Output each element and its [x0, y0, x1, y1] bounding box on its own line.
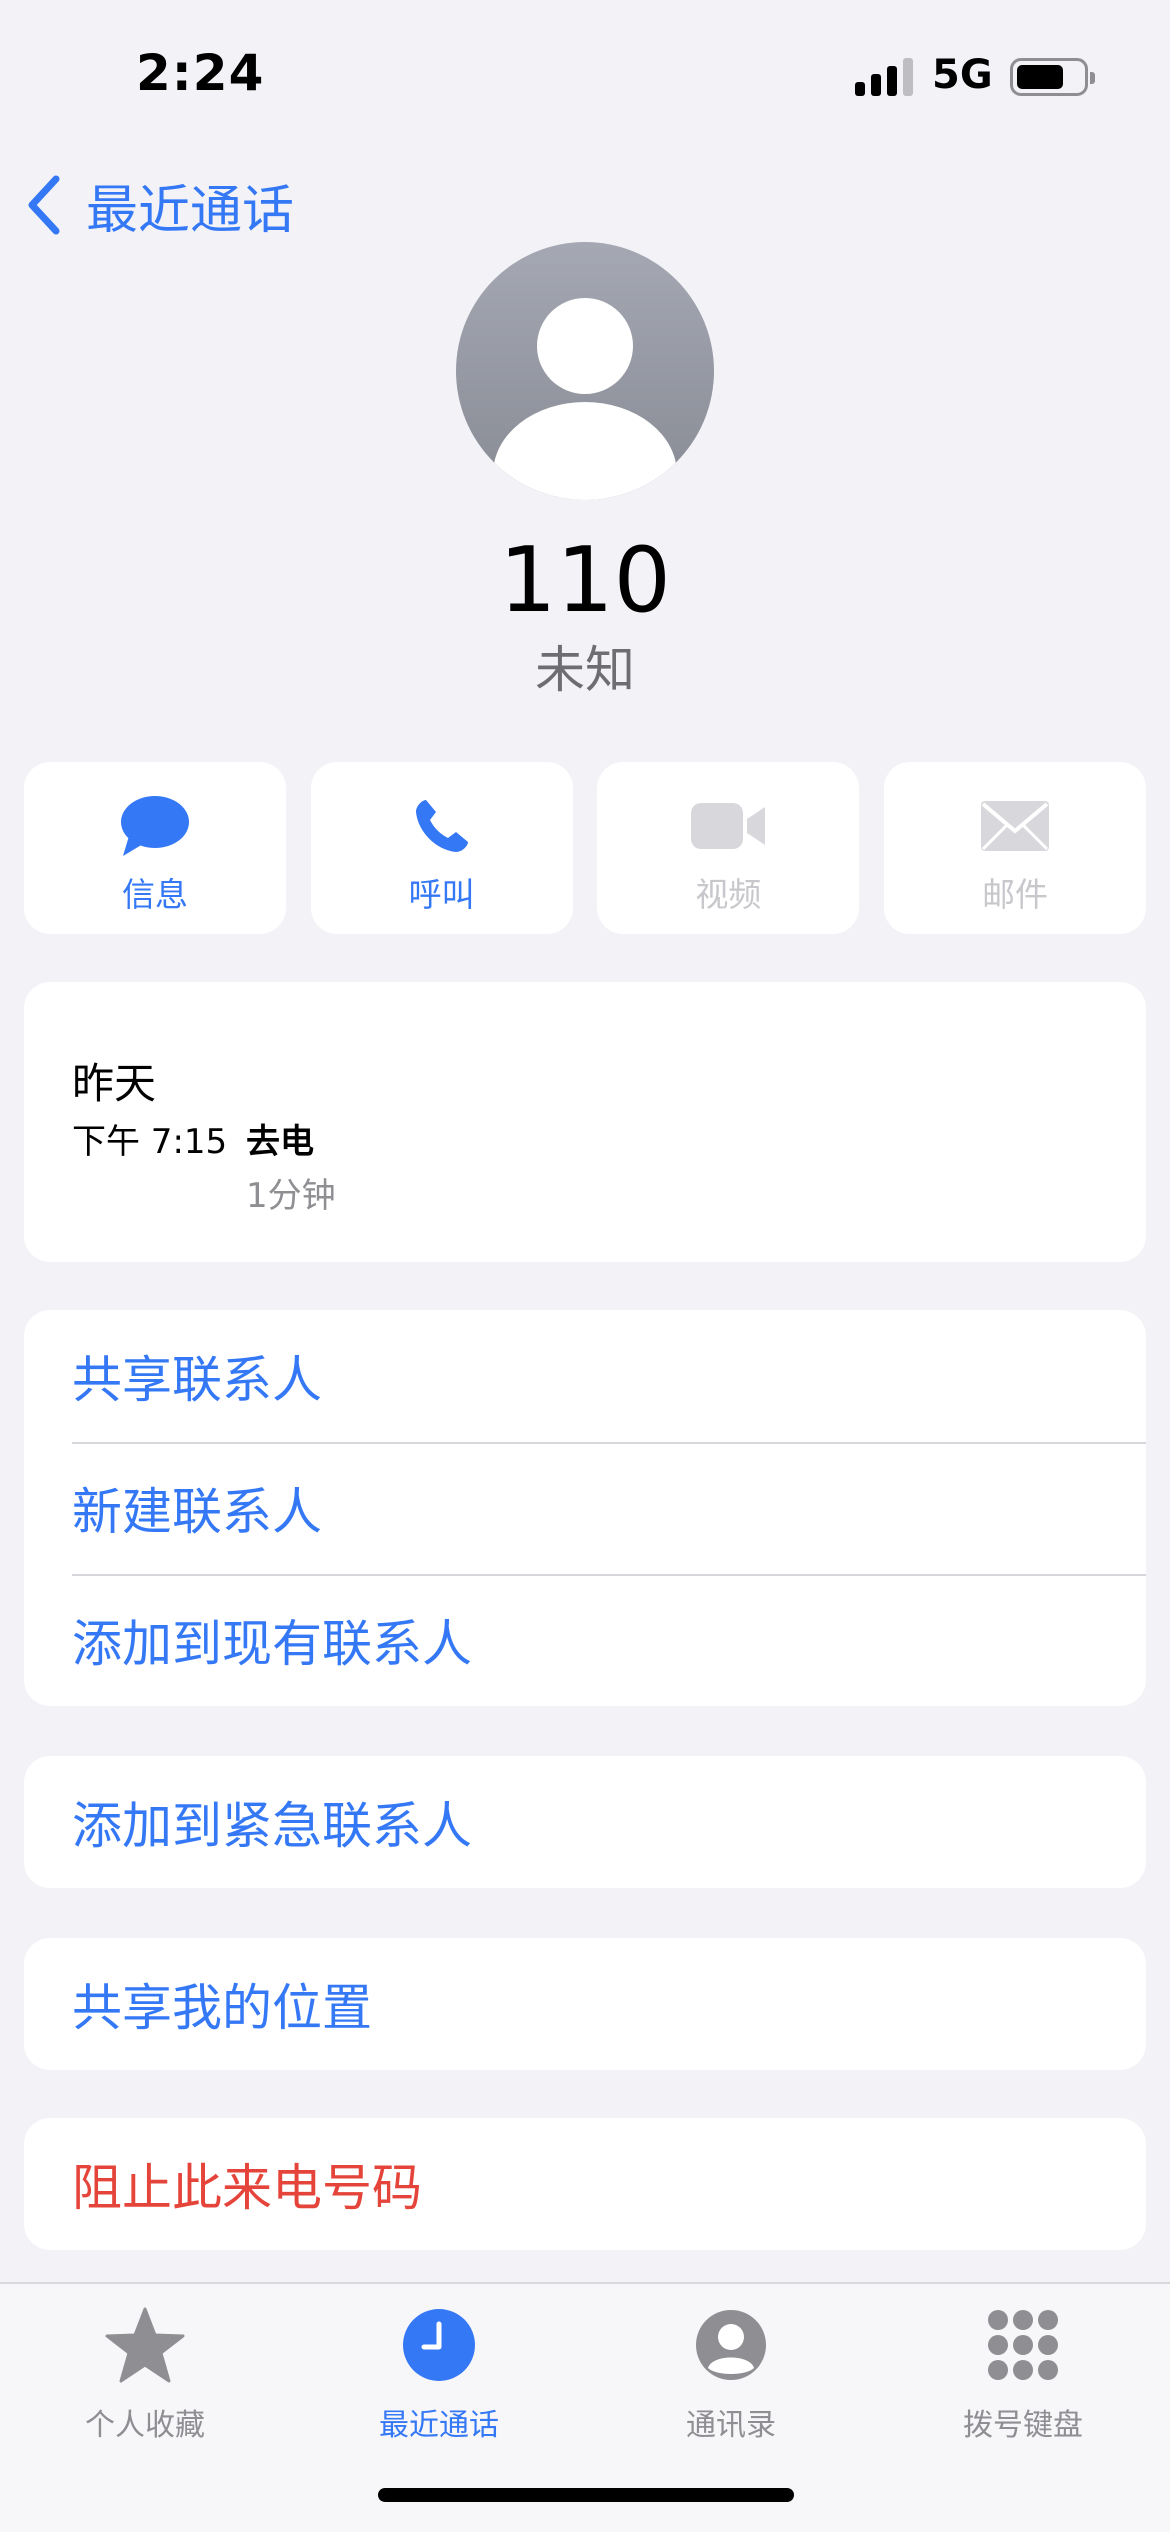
- contact-options-group: 共享联系人 新建联系人 添加到现有联系人: [24, 1310, 1146, 1706]
- contact-number: 110: [499, 528, 671, 633]
- person-circle-icon: [696, 2310, 766, 2380]
- message-bubble-icon: [121, 796, 189, 856]
- call-label: 呼叫: [408, 875, 475, 914]
- add-existing-contact-button[interactable]: 添加到现有联系人: [24, 1574, 1146, 1706]
- mail-label: 邮件: [981, 875, 1048, 914]
- back-button[interactable]: 最近通话: [24, 170, 295, 241]
- star-icon: [105, 2307, 185, 2383]
- tab-recents[interactable]: 最近通话: [314, 2298, 564, 2444]
- chevron-left-icon: [28, 175, 60, 235]
- tab-contacts-label: 通讯录: [686, 2408, 776, 2443]
- mail-button[interactable]: 邮件: [883, 762, 1146, 934]
- new-contact-button[interactable]: 新建联系人: [24, 1442, 1146, 1574]
- video-label: 视频: [695, 875, 762, 914]
- cellular-signal-icon: [855, 58, 915, 96]
- keypad-icon: [988, 2310, 1058, 2380]
- home-indicator[interactable]: [378, 2488, 794, 2502]
- history-call-type: 去电: [246, 1122, 314, 1162]
- tab-favorites[interactable]: 个人收藏: [20, 2298, 270, 2444]
- message-label: 信息: [122, 875, 188, 914]
- tab-keypad[interactable]: 拨号键盘: [898, 2298, 1148, 2444]
- back-label: 最近通话: [86, 180, 295, 241]
- person-silhouette-icon: [493, 298, 677, 500]
- share-location-button[interactable]: 共享我的位置: [24, 1938, 1146, 2070]
- block-group: 阻止此来电号码: [24, 2118, 1146, 2250]
- contact-avatar: [456, 242, 714, 500]
- clock-icon: [403, 2309, 475, 2381]
- action-buttons: 信息 呼叫 视频 邮件: [24, 762, 1146, 934]
- status-time: 2:24: [136, 44, 265, 102]
- message-button[interactable]: 信息: [24, 762, 286, 934]
- tab-favorites-label: 个人收藏: [85, 2408, 205, 2443]
- battery-icon: [1010, 58, 1095, 96]
- block-caller-button[interactable]: 阻止此来电号码: [24, 2118, 1146, 2250]
- video-button[interactable]: 视频: [597, 762, 860, 934]
- history-day: 昨天: [72, 1059, 157, 1108]
- tab-recents-label: 最近通话: [379, 2408, 499, 2443]
- add-emergency-contact-button[interactable]: 添加到紧急联系人: [24, 1756, 1146, 1888]
- video-camera-icon: [691, 803, 766, 849]
- location-group: 共享我的位置: [24, 1938, 1146, 2070]
- contact-label: 未知: [535, 641, 635, 699]
- share-contact-button[interactable]: 共享联系人: [24, 1310, 1146, 1442]
- status-bar: 2:24 5G: [0, 0, 1170, 150]
- phone-icon: [415, 800, 468, 852]
- history-duration: 1分钟: [246, 1176, 336, 1216]
- tab-keypad-label: 拨号键盘: [963, 2408, 1083, 2443]
- call-history-card: 昨天 下午 7:15 去电 1分钟: [24, 982, 1146, 1262]
- history-time: 下午 7:15: [72, 1122, 228, 1162]
- call-button[interactable]: 呼叫: [310, 762, 573, 934]
- emergency-group: 添加到紧急联系人: [24, 1756, 1146, 1888]
- envelope-icon: [980, 801, 1049, 851]
- tab-contacts[interactable]: 通讯录: [606, 2298, 856, 2444]
- network-type: 5G: [932, 52, 993, 98]
